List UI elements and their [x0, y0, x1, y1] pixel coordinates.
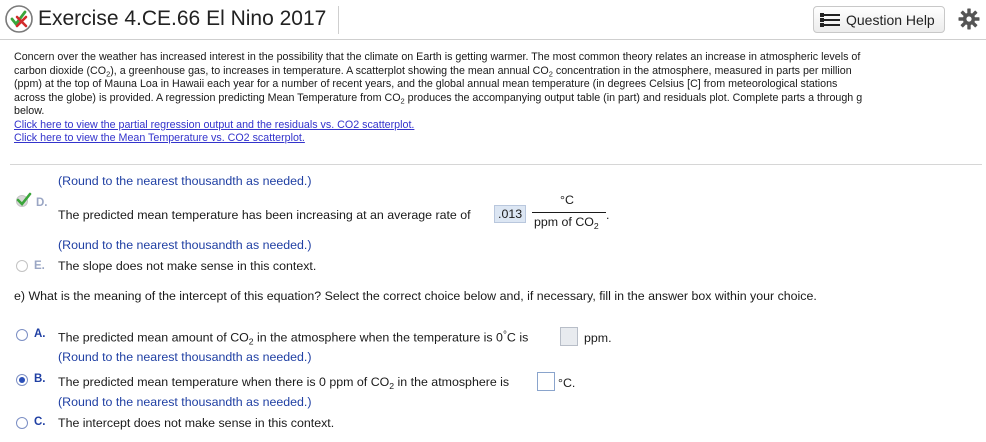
option-d-letter: D. — [36, 197, 48, 209]
option-e-radio[interactable] — [16, 260, 28, 272]
rounding-hint: (Round to the nearest thousandth as need… — [58, 174, 312, 188]
option-e-letter: E. — [34, 260, 45, 272]
exercise-status-icon — [5, 5, 33, 33]
option-d-text: The predicted mean temperature has been … — [58, 208, 471, 222]
unit-denominator: ppm of CO2 — [534, 215, 599, 232]
intro-line: across the globe) is provided. A regress… — [14, 91, 863, 106]
intro-line: Concern over the weather has increased i… — [14, 51, 861, 63]
fraction-bar — [532, 212, 606, 213]
unit-numerator: °C — [560, 193, 574, 207]
option-a-radio[interactable] — [16, 329, 28, 341]
option-b-letter: B. — [34, 373, 46, 385]
title-divider — [338, 6, 339, 34]
rounding-hint: (Round to the nearest thousandth as need… — [58, 238, 312, 252]
scatterplot-link[interactable]: Click here to view the Mean Temperature … — [14, 132, 974, 146]
regression-output-link[interactable]: Click here to view the partial regressio… — [14, 119, 974, 133]
option-c-radio[interactable] — [16, 417, 28, 429]
gear-icon[interactable] — [958, 8, 980, 30]
slope-answer-field[interactable]: .013 — [494, 205, 527, 223]
rounding-hint: (Round to the nearest thousandth as need… — [58, 350, 312, 364]
question-help-button[interactable]: Question Help — [813, 6, 945, 33]
intro-line: (ppm) at the top of Mauna Loa in Hawaii … — [14, 78, 838, 91]
page-title: Exercise 4.CE.66 El Nino 2017 — [38, 7, 327, 30]
intro-line: below. — [14, 105, 45, 118]
option-a-text: The predicted mean amount of CO2 in the … — [58, 330, 529, 347]
option-c-text: The intercept does not make sense in thi… — [58, 416, 335, 430]
intercept-temperature-field[interactable] — [537, 372, 555, 391]
option-b-text: The predicted mean temperature when ther… — [58, 375, 510, 392]
intercept-co2-field[interactable] — [560, 327, 578, 346]
option-b-radio[interactable] — [16, 374, 28, 386]
option-a-letter: A. — [34, 328, 46, 340]
unit-label: ppm. — [584, 331, 612, 345]
question-help-label: Question Help — [846, 11, 935, 28]
intro-line: carbon dioxide (CO2), a greenhouse gas, … — [14, 64, 852, 79]
problem-statement: Concern over the weather has increased i… — [14, 51, 974, 146]
list-icon — [820, 13, 840, 27]
option-e-text: The slope does not make sense in this co… — [58, 259, 317, 273]
section-divider — [10, 164, 982, 165]
rounding-hint: (Round to the nearest thousandth as need… — [58, 395, 312, 409]
option-c-letter: C. — [34, 416, 46, 428]
header-bar: Exercise 4.CE.66 El Nino 2017 Question H… — [0, 0, 986, 40]
question-e: e) What is the meaning of the intercept … — [14, 289, 817, 303]
unit-label: °C. — [558, 376, 576, 390]
correct-check-icon — [16, 192, 32, 207]
sentence-period: . — [606, 208, 610, 222]
